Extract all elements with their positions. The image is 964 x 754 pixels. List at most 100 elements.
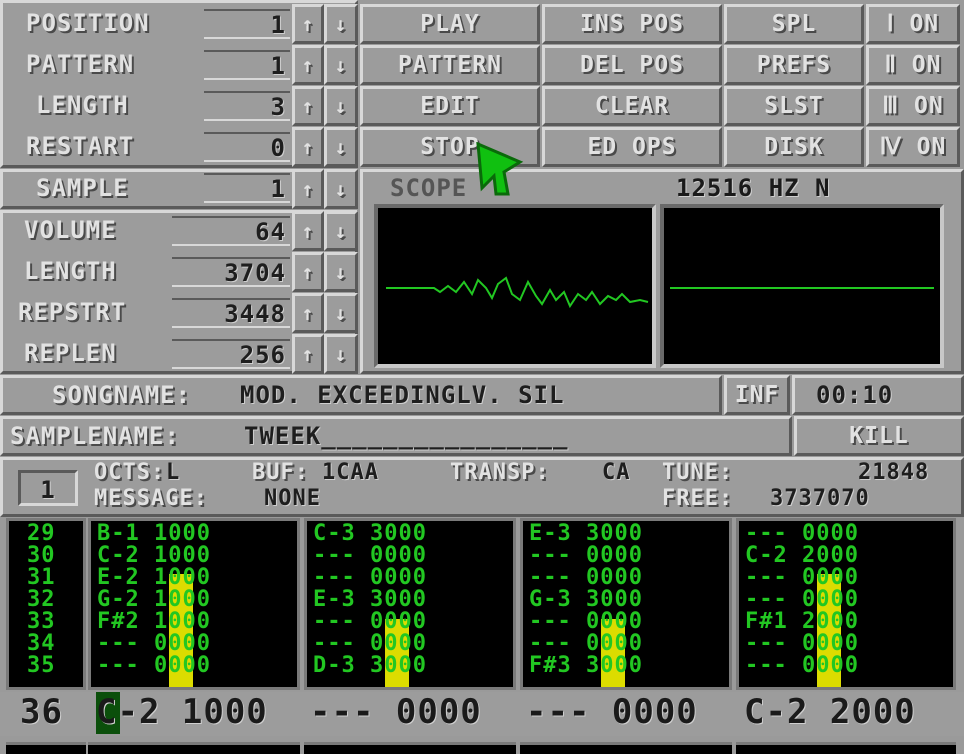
repstrt-down-button[interactable]: ↓ [324, 293, 358, 333]
octs-label: OCTS: [94, 460, 166, 485]
track-2[interactable]: C-3 3000 --- 0000 --- 0000 E-3 3000 --- … [304, 518, 516, 690]
track-3-row[interactable]: G-3 3000 [529, 589, 643, 611]
arrow-up-icon: ↑ [301, 219, 315, 243]
sample-length-value[interactable]: 3704 [172, 257, 290, 287]
channel-4-toggle[interactable]: Ⅳ ON [866, 127, 960, 167]
repstrt-value[interactable]: 3448 [172, 298, 290, 328]
track-2-row[interactable]: C-3 3000 [313, 523, 427, 545]
arrow-up-icon: ↑ [301, 177, 315, 201]
sample-length-label: LENGTH [24, 257, 117, 285]
del-pos-button[interactable]: DEL POS [542, 45, 722, 85]
track-1-row[interactable]: C-2 1000 [97, 545, 211, 567]
track-1[interactable]: B-1 1000 C-2 1000 E-2 1000 G-2 1000 F#2 … [88, 518, 300, 690]
replen-value[interactable]: 256 [172, 339, 290, 369]
track-4-row[interactable]: --- 0000 [745, 523, 859, 545]
track-4[interactable]: --- 0000 C-2 2000 --- 0000 --- 0000 F#1 … [736, 518, 956, 690]
track-1-row[interactable]: F#2 1000 [97, 611, 211, 633]
track-4-row[interactable]: --- 0000 [745, 655, 859, 677]
track-1-row[interactable]: --- 0000 [97, 655, 211, 677]
volume-value[interactable]: 64 [172, 216, 290, 246]
track-3[interactable]: E-3 3000 --- 0000 --- 0000 G-3 3000 --- … [520, 518, 732, 690]
track-4-row[interactable]: --- 0000 [745, 633, 859, 655]
sample-down-button[interactable]: ↓ [324, 169, 358, 209]
track-2-row[interactable]: D-3 3000 [313, 655, 427, 677]
current-row-track-4[interactable]: C-2 2000 [744, 692, 916, 732]
volume-up-button[interactable]: ↑ [292, 211, 324, 251]
restart-down-button[interactable]: ↓ [324, 127, 358, 167]
sample-value[interactable]: 1 [204, 173, 290, 203]
play-button[interactable]: PLAY [360, 4, 540, 44]
slst-button[interactable]: SLST [724, 86, 864, 126]
channel-2-toggle[interactable]: Ⅱ ON [866, 45, 960, 85]
repstrt-up-button[interactable]: ↑ [292, 293, 324, 333]
arrow-up-icon: ↑ [301, 53, 315, 77]
restart-value[interactable]: 0 [204, 132, 290, 162]
kill-button[interactable]: KILL [794, 416, 964, 456]
track-1-row[interactable]: G-2 1000 [97, 589, 211, 611]
channel-1-toggle[interactable]: Ⅰ ON [866, 4, 960, 44]
edit-button[interactable]: EDIT [360, 86, 540, 126]
track-1-row[interactable]: --- 0000 [97, 633, 211, 655]
track-4-row[interactable]: --- 0000 [745, 567, 859, 589]
track-3-row[interactable]: F#3 3000 [529, 655, 643, 677]
ed-ops-button[interactable]: ED OPS [542, 127, 722, 167]
scope-label: SCOPE [390, 174, 468, 202]
position-up-button[interactable]: ↑ [292, 4, 324, 44]
channel-3-toggle[interactable]: Ⅲ ON [866, 86, 960, 126]
length-down-button[interactable]: ↓ [324, 86, 358, 126]
sample-up-button[interactable]: ↑ [292, 169, 324, 209]
position-value[interactable]: 1 [204, 9, 290, 39]
track-2-row[interactable]: --- 0000 [313, 567, 427, 589]
arrow-up-icon: ↑ [301, 94, 315, 118]
length-up-button[interactable]: ↑ [292, 86, 324, 126]
disk-button[interactable]: DISK [724, 127, 864, 167]
restart-up-button[interactable]: ↑ [292, 127, 324, 167]
track-2-row[interactable]: --- 0000 [313, 633, 427, 655]
row-number: 30 [27, 543, 56, 568]
track-1-row[interactable]: B-1 1000 [97, 523, 211, 545]
samplename-value[interactable]: TWEEK________________ [244, 424, 568, 448]
replen-up-button[interactable]: ↑ [292, 334, 324, 374]
track-3-row[interactable]: --- 0000 [529, 545, 643, 567]
clear-button[interactable]: CLEAR [542, 86, 722, 126]
position-down-button[interactable]: ↓ [324, 4, 358, 44]
scope-right-waveform [670, 287, 934, 289]
track-2-row[interactable]: --- 0000 [313, 545, 427, 567]
track-4-row[interactable]: F#1 2000 [745, 611, 859, 633]
track-4-row[interactable]: --- 0000 [745, 589, 859, 611]
pattern-value[interactable]: 1 [204, 50, 290, 80]
sample-length-down-button[interactable]: ↓ [324, 252, 358, 292]
sample-length-up-button[interactable]: ↑ [292, 252, 324, 292]
songname-value[interactable]: MOD. EXCEEDINGLV. SIL [240, 383, 564, 407]
length-value[interactable]: 3 [204, 91, 290, 121]
samplename-label: SAMPLENAME: [10, 422, 180, 450]
arrow-down-icon: ↓ [334, 219, 348, 243]
arrow-down-icon: ↓ [334, 177, 348, 201]
repstrt-label: REPSTRT [18, 298, 127, 326]
replen-down-button[interactable]: ↓ [324, 334, 358, 374]
scope-frequency: 12516 HZ N [676, 174, 831, 202]
prefs-button[interactable]: PREFS [724, 45, 864, 85]
spl-button[interactable]: SPL [724, 4, 864, 44]
track-3-row[interactable]: --- 0000 [529, 567, 643, 589]
track-2-row[interactable]: E-3 3000 [313, 589, 427, 611]
track-1-row[interactable]: E-2 1000 [97, 567, 211, 589]
pattern-up-button[interactable]: ↑ [292, 45, 324, 85]
songname-label: SONGNAME: [52, 381, 192, 409]
current-row-track-1[interactable]: C-2 1000 [96, 692, 268, 732]
track-3-row[interactable]: --- 0000 [529, 611, 643, 633]
volume-down-button[interactable]: ↓ [324, 211, 358, 251]
current-row-track-3[interactable]: --- 0000 [526, 692, 698, 732]
row-number: 31 [27, 565, 56, 590]
track-2-row[interactable]: --- 0000 [313, 611, 427, 633]
arrow-down-icon: ↓ [334, 53, 348, 77]
inf-button[interactable]: INF [724, 375, 790, 415]
pattern-down-button[interactable]: ↓ [324, 45, 358, 85]
arrow-up-icon: ↑ [301, 135, 315, 159]
track-3-row[interactable]: E-3 3000 [529, 523, 643, 545]
ins-pos-button[interactable]: INS POS [542, 4, 722, 44]
play-pattern-button[interactable]: PATTERN [360, 45, 540, 85]
track-4-row[interactable]: C-2 2000 [745, 545, 859, 567]
current-row-track-2[interactable]: --- 0000 [310, 692, 482, 732]
track-3-row[interactable]: --- 0000 [529, 633, 643, 655]
